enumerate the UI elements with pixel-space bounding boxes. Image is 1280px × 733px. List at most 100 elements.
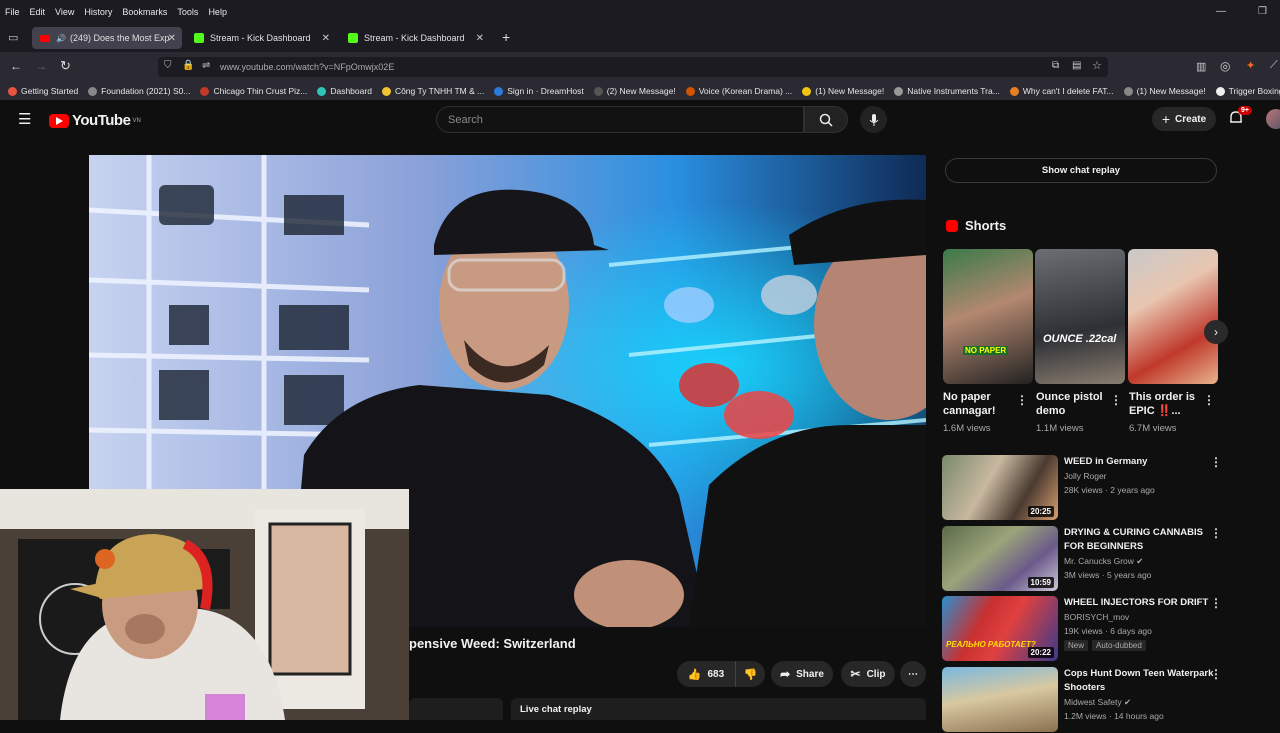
youtube-logo[interactable]: YouTube VN [49,112,141,129]
video-thumbnail[interactable] [942,667,1058,732]
bookmark-star-icon[interactable]: ☆ [1092,59,1102,72]
back-icon[interactable]: ← [10,59,22,73]
extension-icon[interactable]: ✦ [1246,59,1255,72]
bookmark-item[interactable]: Công Ty TNHH TM & ... [381,86,485,96]
voice-search-button[interactable] [860,106,887,133]
lock-icon[interactable]: 🔒 [182,60,194,71]
close-tab-icon[interactable]: ✕ [168,33,176,44]
like-button[interactable]: 👍 683 [677,661,735,687]
channel-name[interactable]: BORISYCH_mov [1064,612,1129,622]
menu-history[interactable]: History [79,7,117,17]
short-title[interactable]: Ounce pistol demo [1036,390,1112,418]
bookmark-item[interactable]: Why can't I delete FAT... [1009,86,1114,96]
short-views: 6.7M views [1129,423,1177,434]
avatar[interactable] [1266,109,1280,129]
share-button[interactable]: ➦ Share [771,661,833,687]
bookmark-item[interactable]: Native Instruments Tra... [894,86,1000,96]
shield-icon[interactable]: ⛉ [164,60,172,71]
forward-icon[interactable]: → [35,59,47,73]
tab-kick-2[interactable]: Stream - Kick Dashboard ✕ [340,27,490,49]
menu-tools[interactable]: Tools [172,7,203,17]
video-title[interactable]: WEED in Germany [1064,455,1216,469]
short-title[interactable]: No paper cannagar! [943,390,1019,418]
url-bar[interactable]: ⛉ 🔒 ⇌ www.youtube.com/watch?v=NFpOmwjx02… [158,57,1108,77]
bookmark-item[interactable]: Trigger Boxing [1215,86,1280,96]
dislike-button[interactable]: 👎 [735,661,765,687]
chevron-right-icon[interactable]: › [1204,320,1228,344]
recommended-video[interactable]: 10:59 DRYING & CURING CANNABIS FOR BEGIN… [942,526,1232,592]
close-tab-icon[interactable]: ✕ [476,33,484,44]
bookmark-label: Dashboard [330,86,372,96]
create-button[interactable]: + Create [1152,107,1216,131]
video-title[interactable]: Cops Hunt Down Teen Waterpark Shooters [1064,667,1216,695]
short-menu-icon[interactable]: ⋮ [1110,393,1122,407]
short-thumbnail[interactable] [1128,249,1218,384]
picture-in-picture-icon[interactable]: ⧉ [1052,60,1059,71]
bookmark-item[interactable]: Getting Started [8,86,78,96]
bookmark-item[interactable]: Chicago Thin Crust Piz... [200,86,307,96]
channel-name[interactable]: Jolly Roger [1064,471,1107,481]
video-thumbnail[interactable]: РЕАЛЬНО РАБОТАЕТ? 20:22 [942,596,1058,661]
page-settings-icon[interactable]: ⇌ [202,60,210,71]
new-badge: New [1064,640,1089,651]
bookmark-item[interactable]: Dashboard [317,86,372,96]
menu-file[interactable]: File [0,7,25,17]
tab-kick-1[interactable]: Stream - Kick Dashboard ✕ [186,27,336,49]
bookmark-item[interactable]: (1) New Message! [802,86,884,96]
video-menu-icon[interactable]: ⋮ [1210,526,1222,540]
bookmark-item[interactable]: (2) New Message! [593,86,676,96]
live-chat-panel[interactable]: Live chat replay [511,698,926,720]
share-icon: ➦ [780,667,791,681]
channel-name[interactable]: Mr. Canucks Grow ✔ [1064,556,1143,567]
bookmark-item[interactable]: (1) New Message! [1123,86,1206,96]
short-menu-icon[interactable]: ⋮ [1203,393,1215,407]
recommended-video[interactable]: РЕАЛЬНО РАБОТАЕТ? 20:22 WHEEL INJECTORS … [942,596,1232,662]
hamburger-menu-icon[interactable]: ☰ [18,110,31,128]
tab-youtube[interactable]: 🔊 (249) Does the Most Expen ✕ [32,27,182,49]
video-thumbnail[interactable]: 10:59 [942,526,1058,591]
short-menu-icon[interactable]: ⋮ [1016,393,1028,407]
video-title[interactable]: WHEEL INJECTORS FOR DRIFT [1064,596,1216,610]
notifications-button[interactable]: 9+ [1228,106,1252,131]
video-title[interactable]: DRYING & CURING CANNABIS FOR BEGINNERS [1064,526,1216,554]
channel-name[interactable]: Midwest Safety ✔ [1064,697,1131,708]
close-tab-icon[interactable]: ✕ [322,33,330,44]
menu-help[interactable]: Help [203,7,232,17]
reader-view-icon[interactable]: ▤ [1072,60,1081,71]
sidebar-icon[interactable]: ▥ [1196,60,1206,73]
bookmark-label: Trigger Boxing [1228,86,1280,96]
account-icon[interactable]: ◎ [1220,59,1230,73]
short-title[interactable]: This order is EPIC ‼️... [1129,390,1205,418]
menu-edit[interactable]: Edit [25,7,51,17]
recommended-video[interactable]: Cops Hunt Down Teen Waterpark Shooters M… [942,667,1232,733]
bookmark-item[interactable]: Foundation (2021) S0... [88,86,190,96]
bookmark-item[interactable]: Sign in · DreamHost [494,86,584,96]
short-thumbnail[interactable]: OUNCE .22cal [1035,249,1125,384]
streamer-webcam-overlay [0,489,409,720]
video-menu-icon[interactable]: ⋮ [1210,667,1222,681]
menu-bookmarks[interactable]: Bookmarks [117,7,172,17]
show-chat-replay-button[interactable]: Show chat replay [945,158,1217,183]
video-menu-icon[interactable]: ⋮ [1210,455,1222,469]
menu-view[interactable]: View [50,7,79,17]
search-input[interactable]: Search [436,106,804,133]
kick-favicon-icon [194,33,204,43]
short-thumbnail[interactable]: NO PAPER [943,249,1033,384]
minimize-icon[interactable]: — [1211,6,1231,17]
bookmark-label: Công Ty TNHH TM & ... [394,86,485,96]
maximize-icon[interactable]: ❐ [1253,6,1272,17]
speaker-icon[interactable]: 🔊 [56,34,66,43]
video-menu-icon[interactable]: ⋮ [1210,596,1222,610]
tab-overview-icon[interactable]: ▭ [8,31,18,44]
clip-button[interactable]: ✂ Clip [841,661,895,687]
overflow-menu-icon[interactable]: ⟋ [1270,59,1278,72]
reload-icon[interactable]: ↻ [60,58,71,74]
bookmark-item[interactable]: Voice (Korean Drama) ... [685,86,792,96]
new-tab-icon[interactable]: + [502,29,510,45]
recommended-video[interactable]: 20:25 WEED in Germany Jolly Roger 28K vi… [942,455,1232,521]
more-actions-button[interactable]: ⋯ [900,661,926,687]
video-thumbnail[interactable]: 20:25 [942,455,1058,520]
search-button[interactable] [804,106,848,133]
search-icon [819,113,833,127]
share-label: Share [796,668,824,680]
